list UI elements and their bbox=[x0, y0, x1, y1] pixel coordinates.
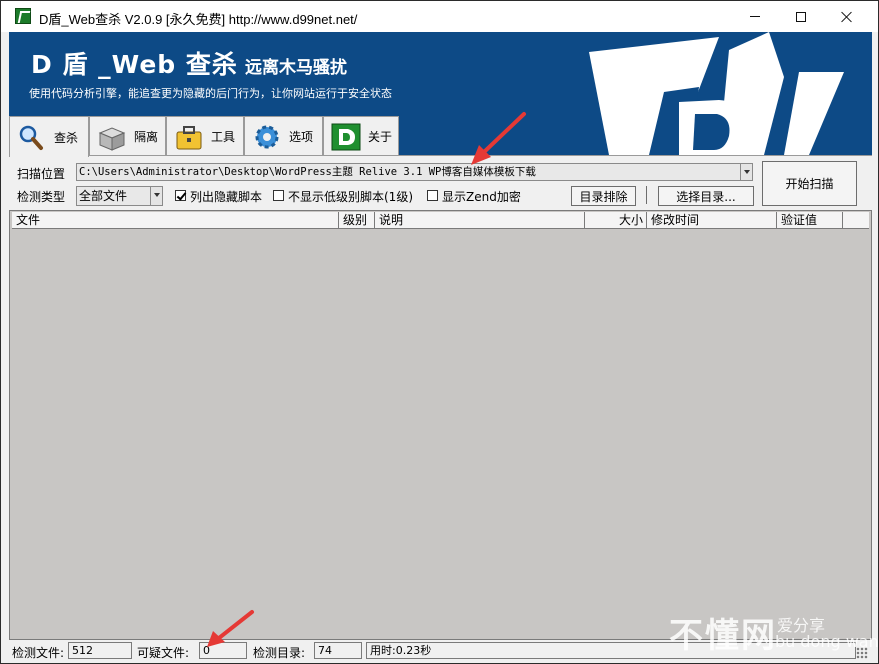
window-title: D盾_Web查杀 V2.0.9 [永久免费] http://www.d99net… bbox=[39, 12, 358, 27]
tab-tools-label: 工具 bbox=[211, 130, 236, 144]
d-logo-icon bbox=[330, 123, 362, 151]
app-window: D盾_Web查杀 V2.0.9 [永久免费] http://www.d99net… bbox=[0, 0, 879, 664]
status-bar: 检测文件: 512 可疑文件: 0 检测目录: 74 用时:0.23秒 bbox=[9, 641, 872, 662]
tab-options-label: 选项 bbox=[289, 130, 314, 144]
tab-bar: 查杀 隔离 工具 选项 关于 bbox=[9, 116, 399, 157]
col-checksum[interactable]: 验证值 bbox=[777, 212, 843, 229]
red-arrow-icon bbox=[471, 112, 526, 165]
chevron-down-icon[interactable] bbox=[740, 164, 752, 180]
dirs-checked-label: 检测目录: bbox=[253, 646, 306, 660]
col-size[interactable]: 大小 bbox=[585, 212, 647, 229]
dirs-checked-value: 74 bbox=[314, 642, 362, 659]
scan-type-select[interactable]: 全部文件 bbox=[76, 186, 163, 206]
banner-slogan: 远离木马骚扰 bbox=[245, 58, 347, 78]
col-level[interactable]: 级别 bbox=[339, 212, 375, 229]
tab-about[interactable]: 关于 bbox=[323, 116, 399, 156]
hidden-scripts-label: 列出隐藏脚本 bbox=[190, 190, 263, 204]
exclude-dir-button[interactable]: 目录排除 bbox=[571, 186, 636, 206]
close-icon bbox=[841, 11, 853, 23]
red-arrow-icon bbox=[207, 610, 254, 647]
tab-quarantine[interactable]: 隔离 bbox=[89, 116, 166, 156]
tab-about-label: 关于 bbox=[368, 130, 393, 144]
minimize-icon bbox=[750, 16, 760, 17]
tab-tools[interactable]: 工具 bbox=[166, 116, 244, 156]
start-scan-button[interactable]: 开始扫描 bbox=[762, 161, 857, 206]
tab-scan-label: 查杀 bbox=[54, 130, 79, 145]
tab-options[interactable]: 选项 bbox=[244, 116, 323, 156]
zend-label: 显示Zend加密 bbox=[442, 190, 521, 204]
col-description[interactable]: 说明 bbox=[375, 212, 585, 229]
hidden-scripts-checkbox[interactable] bbox=[175, 190, 186, 201]
banner-title: D 盾 _Web 查杀 bbox=[31, 50, 238, 79]
files-checked-label: 检测文件: bbox=[12, 646, 65, 660]
close-button[interactable] bbox=[824, 1, 870, 32]
results-list[interactable]: 文件 级别 说明 大小 修改时间 验证值 bbox=[9, 210, 872, 640]
select-dir-button[interactable]: 选择目录... bbox=[658, 186, 754, 206]
tab-quarantine-label: 隔离 bbox=[134, 130, 159, 144]
lowlevel-label: 不显示低级别脚本(1级) bbox=[288, 190, 413, 204]
gear-icon bbox=[251, 123, 283, 151]
title-bar[interactable]: D盾_Web查杀 V2.0.9 [永久免费] http://www.d99net… bbox=[1, 1, 878, 32]
files-checked-value: 512 bbox=[68, 642, 132, 659]
results-header: 文件 级别 说明 大小 修改时间 验证值 bbox=[12, 212, 869, 229]
suspicious-files-label: 可疑文件: bbox=[137, 646, 190, 660]
maximize-icon bbox=[796, 11, 806, 22]
zend-checkbox[interactable] bbox=[427, 190, 438, 201]
app-logo-icon bbox=[15, 8, 31, 24]
col-file[interactable]: 文件 bbox=[12, 212, 339, 229]
elapsed-time: 用时:0.23秒 bbox=[366, 642, 856, 659]
scan-path-label: 扫描位置 bbox=[17, 167, 66, 181]
banner-subtitle: 使用代码分析引擎，能追查更为隐藏的后门行为，让你网站运行于安全状态 bbox=[29, 87, 392, 100]
d-shield-logo bbox=[589, 32, 844, 155]
scan-path-combo[interactable]: C:\Users\Administrator\Desktop\WordPress… bbox=[76, 163, 753, 181]
minimize-button[interactable] bbox=[732, 1, 778, 32]
box-icon bbox=[96, 123, 128, 151]
tab-scan[interactable]: 查杀 bbox=[9, 116, 89, 157]
maximize-button[interactable] bbox=[778, 1, 824, 32]
briefcase-icon bbox=[173, 123, 205, 151]
chevron-down-icon[interactable] bbox=[150, 187, 162, 205]
col-modified[interactable]: 修改时间 bbox=[647, 212, 777, 229]
lowlevel-checkbox[interactable] bbox=[273, 190, 284, 201]
resize-grip-icon[interactable] bbox=[856, 647, 868, 659]
toolbar-divider bbox=[646, 186, 647, 204]
magnifier-icon bbox=[16, 123, 48, 151]
scan-path-value: C:\Users\Administrator\Desktop\WordPress… bbox=[79, 166, 536, 178]
scan-type-value: 全部文件 bbox=[79, 189, 128, 203]
scan-type-label: 检测类型 bbox=[17, 190, 66, 204]
scan-panel: 扫描位置 C:\Users\Administrator\Desktop\Word… bbox=[9, 155, 872, 210]
